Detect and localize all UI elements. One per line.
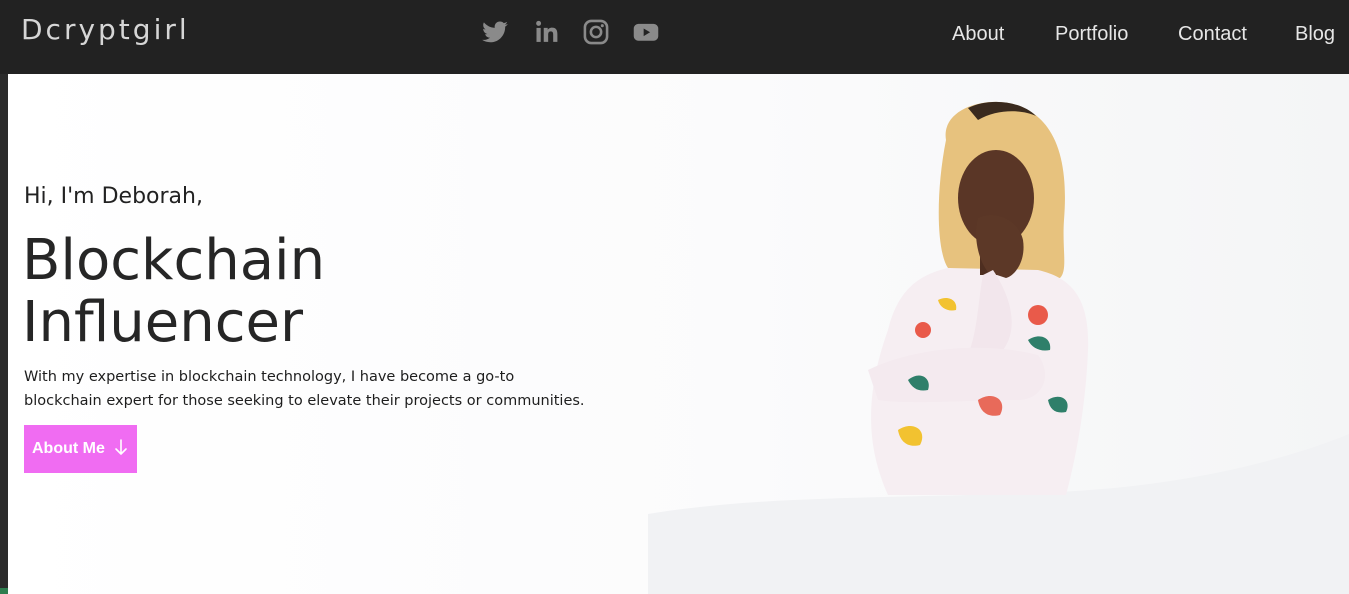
arrow-down-icon (115, 439, 127, 455)
nav-about[interactable]: About (952, 21, 1004, 47)
hero-headline: Blockchain Influencer (22, 230, 325, 354)
nav-blog[interactable]: Blog (1295, 21, 1335, 47)
about-me-button[interactable]: About Me (24, 425, 137, 473)
youtube-icon (633, 23, 659, 41)
headline-line-2: Influencer (22, 290, 303, 355)
instagram-icon (583, 19, 609, 45)
youtube-link[interactable] (632, 18, 660, 46)
linkedin-link[interactable] (533, 18, 561, 46)
brand-logo[interactable]: Dcryptgirl (21, 12, 190, 48)
hero-greeting: Hi, I'm Deborah, (24, 184, 203, 209)
nav-contact[interactable]: Contact (1178, 21, 1247, 47)
linkedin-icon (536, 20, 558, 42)
hero-section: Hi, I'm Deborah, Blockchain Influencer W… (8, 74, 1349, 594)
twitter-icon (482, 21, 508, 43)
left-edge-strip (0, 74, 8, 594)
twitter-link[interactable] (481, 18, 509, 46)
hero-description: With my expertise in blockchain technolo… (24, 369, 585, 409)
instagram-link[interactable] (582, 18, 610, 46)
left-edge-accent (0, 588, 8, 594)
about-me-label: About Me (32, 440, 105, 457)
profile-photo (868, 101, 1089, 495)
headline-line-1: Blockchain (22, 228, 326, 293)
page: Dcryptgirl About Portfolio Contact Blog … (0, 0, 1349, 594)
top-navbar: Dcryptgirl About Portfolio Contact Blog (0, 0, 1349, 74)
nav-portfolio[interactable]: Portfolio (1055, 21, 1128, 47)
